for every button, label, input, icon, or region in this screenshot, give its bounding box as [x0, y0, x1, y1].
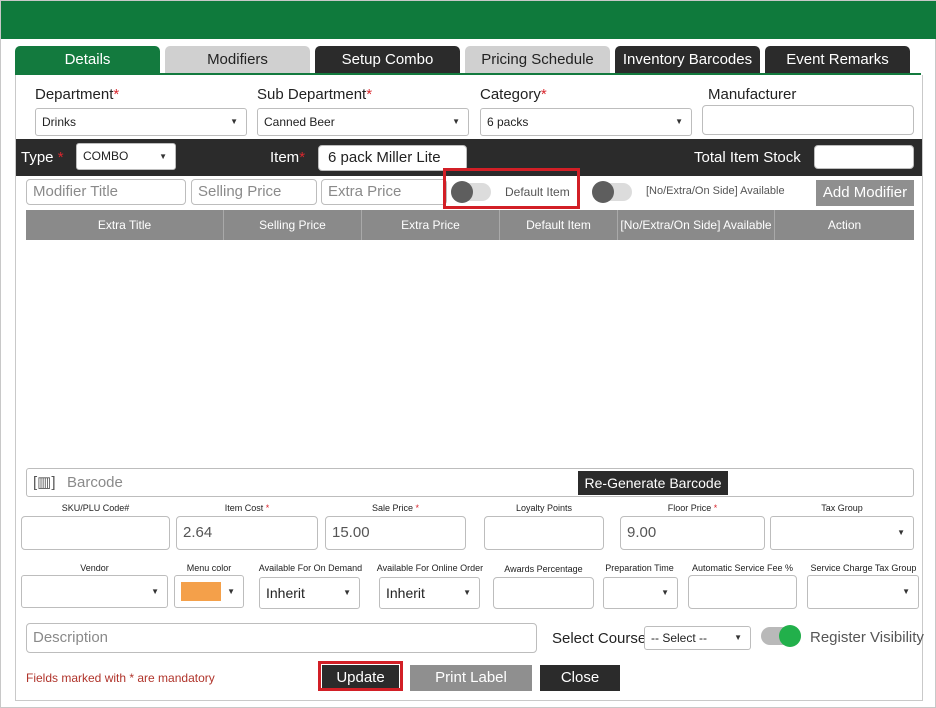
- vendor-select[interactable]: ▼: [21, 575, 168, 608]
- description-input[interactable]: Description: [26, 623, 537, 653]
- total-item-stock-label: Total Item Stock: [694, 149, 801, 166]
- tab-setup-combo[interactable]: Setup Combo: [315, 46, 460, 74]
- add-modifier-button[interactable]: Add Modifier: [816, 180, 914, 206]
- tab-details[interactable]: Details: [15, 46, 160, 74]
- modifiers-table-header: Extra Title Selling Price Extra Price De…: [26, 210, 914, 240]
- tab-event-remarks[interactable]: Event Remarks: [765, 46, 910, 74]
- preparation-time-label: Preparation Time: [605, 563, 674, 573]
- modifiers-table-body: [26, 240, 914, 462]
- chevron-down-icon: ▼: [897, 528, 905, 537]
- manufacturer-input[interactable]: [702, 105, 914, 135]
- sub-department-label: Sub Department*: [257, 86, 373, 103]
- close-button[interactable]: Close: [540, 665, 620, 691]
- online-order-label: Available For Online Order: [376, 563, 484, 573]
- sub-department-select[interactable]: Canned Beer ▼: [257, 108, 469, 136]
- sale-price-label: Sale Price *: [371, 503, 420, 513]
- awards-percentage-label: Awards Percentage: [504, 564, 583, 574]
- tax-group-label: Tax Group: [821, 503, 863, 513]
- tab-pricing-schedule[interactable]: Pricing Schedule: [465, 46, 610, 74]
- type-select[interactable]: COMBO ▼: [76, 143, 176, 170]
- auto-service-fee-label: Automatic Service Fee %: [691, 563, 794, 573]
- available-label: [No/Extra/On Side] Available: [646, 185, 785, 197]
- preparation-time-select[interactable]: ▼: [603, 577, 678, 609]
- category-label: Category*: [480, 86, 547, 103]
- awards-percentage-input[interactable]: [493, 577, 594, 609]
- mandatory-note: Fields marked with * are mandatory: [26, 671, 215, 685]
- on-demand-select[interactable]: Inherit ▼: [259, 577, 360, 609]
- on-demand-label: Available For On Demand: [258, 563, 363, 573]
- chevron-down-icon: ▼: [159, 152, 167, 161]
- color-swatch: [181, 582, 221, 601]
- auto-service-fee-input[interactable]: [688, 575, 797, 609]
- chevron-down-icon: ▼: [230, 117, 238, 126]
- chevron-down-icon: ▼: [902, 587, 910, 596]
- select-course-select[interactable]: -- Select -- ▼: [644, 626, 751, 650]
- on-demand-value: Inherit: [266, 585, 305, 601]
- floor-price-label: Floor Price *: [667, 503, 718, 513]
- loyalty-points-label: Loyalty Points: [515, 503, 573, 513]
- item-label: Item*: [270, 149, 306, 166]
- manufacturer-label: Manufacturer: [708, 86, 797, 103]
- register-visibility-toggle[interactable]: [761, 625, 801, 647]
- available-toggle[interactable]: [592, 181, 632, 203]
- type-label: Type *: [21, 149, 64, 166]
- online-order-value: Inherit: [386, 585, 425, 601]
- chevron-down-icon: ▼: [452, 117, 460, 126]
- modifier-title-input[interactable]: Modifier Title: [26, 179, 186, 205]
- column-header[interactable]: Selling Price: [224, 210, 362, 240]
- print-label-button[interactable]: Print Label: [410, 665, 532, 691]
- sale-price-input[interactable]: 15.00: [325, 516, 466, 550]
- online-order-select[interactable]: Inherit ▼: [379, 577, 480, 609]
- category-value: 6 packs: [487, 115, 529, 129]
- service-charge-tax-select[interactable]: ▼: [807, 575, 919, 609]
- item-cost-input[interactable]: 2.64: [176, 516, 318, 550]
- column-header[interactable]: [No/Extra/On Side] Available: [618, 210, 775, 240]
- category-select[interactable]: 6 packs ▼: [480, 108, 692, 136]
- sub-department-value: Canned Beer: [264, 115, 335, 129]
- total-item-stock-input[interactable]: [814, 145, 914, 169]
- department-label: Department*: [35, 86, 120, 103]
- tax-group-select[interactable]: ▼: [770, 516, 914, 550]
- highlight-box: [443, 168, 580, 209]
- chevron-down-icon: ▼: [661, 588, 669, 597]
- toggle-knob: [592, 181, 614, 203]
- service-charge-tax-label: Service Charge Tax Group: [810, 563, 917, 573]
- sku-input[interactable]: [21, 516, 170, 550]
- register-visibility-label: Register Visibility: [810, 629, 924, 646]
- loyalty-points-input[interactable]: [484, 516, 604, 550]
- department-value: Drinks: [42, 115, 77, 129]
- column-header[interactable]: Extra Price: [362, 210, 500, 240]
- tab-modifiers[interactable]: Modifiers: [165, 46, 310, 74]
- selling-price-input[interactable]: Selling Price: [191, 179, 317, 205]
- menu-color-picker[interactable]: ▼: [174, 575, 244, 608]
- item-cost-label: Item Cost *: [224, 503, 270, 513]
- menu-color-label: Menu color: [186, 563, 232, 573]
- department-select[interactable]: Drinks ▼: [35, 108, 247, 136]
- column-header[interactable]: Action: [775, 210, 914, 240]
- column-header[interactable]: Default Item: [500, 210, 618, 240]
- vendor-label: Vendor: [80, 563, 109, 573]
- chevron-down-icon: ▼: [343, 588, 351, 597]
- extra-price-input[interactable]: Extra Price: [321, 179, 447, 205]
- select-course-label: Select Course: [552, 630, 647, 647]
- regenerate-barcode-button[interactable]: Re-Generate Barcode: [578, 471, 728, 495]
- barcode-icon: [▥]: [33, 474, 56, 491]
- chevron-down-icon: ▼: [734, 633, 742, 642]
- highlight-box: [318, 661, 403, 691]
- type-value: COMBO: [83, 149, 129, 163]
- sku-label: SKU/PLU Code#: [61, 503, 130, 513]
- floor-price-input[interactable]: 9.00: [620, 516, 765, 550]
- chevron-down-icon: ▼: [675, 117, 683, 126]
- chevron-down-icon: ▼: [151, 587, 159, 596]
- barcode-field[interactable]: [▥] Barcode: [26, 468, 914, 497]
- window-header-bar: [1, 1, 936, 39]
- tab-inventory-barcodes[interactable]: Inventory Barcodes: [615, 46, 760, 74]
- barcode-placeholder: Barcode: [67, 474, 123, 491]
- course-value: -- Select --: [651, 631, 708, 645]
- column-header[interactable]: Extra Title: [26, 210, 224, 240]
- item-editor-window: Details Modifiers Setup Combo Pricing Sc…: [0, 0, 936, 708]
- chevron-down-icon: ▼: [227, 587, 235, 596]
- chevron-down-icon: ▼: [463, 588, 471, 597]
- toggle-knob: [779, 625, 801, 647]
